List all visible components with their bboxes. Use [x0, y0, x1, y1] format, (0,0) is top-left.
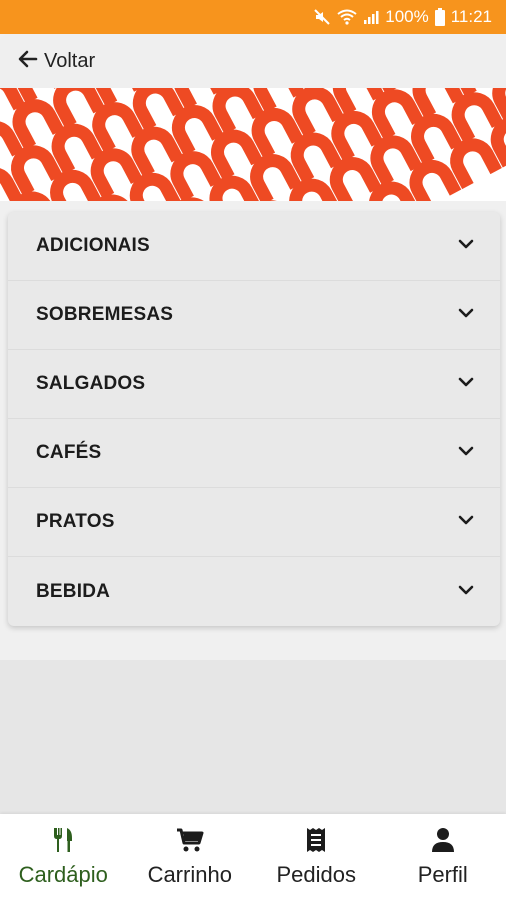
clock: 11:21: [450, 7, 492, 26]
category-label: BEBIDA: [36, 580, 111, 602]
back-label: Voltar: [44, 49, 96, 72]
banner-arch: [211, 129, 263, 181]
category-salgados[interactable]: SALGADOS: [8, 350, 500, 419]
category-label: ADICIONAIS: [36, 235, 150, 256]
banner-pattern: [0, 88, 506, 201]
banner-arch: [132, 88, 185, 132]
banner-arch: [12, 99, 65, 150]
category-label: SOBREMESAS: [36, 304, 174, 325]
wifi-icon: [337, 9, 357, 25]
nav-label: Carrinho: [147, 862, 232, 887]
category-pratos[interactable]: PRATOS: [8, 488, 500, 557]
banner-arch: [411, 113, 463, 165]
chevron-down-icon: [458, 375, 474, 393]
user-icon: [431, 826, 455, 854]
cutlery-icon: [52, 826, 74, 854]
app-screen: Voltar ADICIONAIS SOBREMESAS SALGADOS CA…: [0, 34, 506, 900]
banner-arch: [51, 123, 104, 175]
banner-arch: [329, 157, 382, 201]
bottom-navigation: Cardápio Carrinho Pedidos Perfil: [0, 814, 506, 900]
category-adicionais[interactable]: ADICIONAIS: [8, 212, 500, 281]
chevron-down-icon: [458, 306, 474, 324]
banner-arch: [53, 88, 105, 129]
category-label: SALGADOS: [36, 373, 146, 394]
banner-image: [0, 88, 506, 201]
cart-icon: [176, 826, 204, 854]
chevron-down-icon: [458, 444, 474, 462]
chevron-down-icon: [458, 237, 474, 255]
banner-arch: [131, 126, 184, 178]
battery-icon: [434, 8, 445, 26]
banner-arch: [11, 145, 63, 197]
banner-arch: [450, 138, 502, 190]
banner-arch: [212, 88, 265, 135]
nav-perfil[interactable]: Perfil: [380, 814, 506, 900]
mute-icon: [313, 8, 331, 26]
banner-arch: [92, 102, 144, 153]
banner-arch: [250, 154, 302, 201]
status-bar: 100% 11:21: [0, 0, 506, 34]
nav-label: Pedidos: [276, 862, 356, 887]
nav-carrinho[interactable]: Carrinho: [127, 814, 254, 900]
banner-arch: [90, 148, 143, 199]
signal-icon: [363, 9, 379, 25]
chevron-down-icon: [458, 513, 474, 531]
banner-arch: [172, 105, 224, 156]
category-cafes[interactable]: CAFÉS: [8, 419, 500, 488]
receipt-icon: [306, 826, 326, 854]
banner-arch: [372, 89, 424, 141]
banner-arch: [292, 88, 345, 138]
banner-arch: [370, 135, 423, 187]
banner-arch: [331, 110, 384, 162]
category-label: PRATOS: [36, 511, 115, 532]
banner-arch: [251, 108, 304, 159]
category-sobremesas[interactable]: SOBREMESAS: [8, 281, 500, 350]
nav-pedidos[interactable]: Pedidos: [253, 814, 380, 900]
arrow-left-icon: [16, 48, 38, 75]
banner-arch: [412, 88, 465, 119]
battery-percent: 100%: [385, 7, 429, 26]
banner-arch: [290, 132, 343, 184]
category-label: CAFÉS: [36, 442, 102, 463]
category-list: ADICIONAIS SOBREMESAS SALGADOS CAFÉS PRA…: [8, 212, 500, 626]
banner-arch: [451, 92, 504, 143]
nav-label: Perfil: [417, 862, 468, 887]
banner-arch: [332, 88, 385, 116]
chevron-down-icon: [458, 583, 474, 601]
banner-arch: [409, 160, 462, 201]
back-button[interactable]: Voltar: [0, 34, 506, 88]
nav-label: Cardápio: [18, 862, 108, 887]
nav-cardapio[interactable]: Cardápio: [0, 814, 127, 900]
empty-content-area: [0, 660, 506, 814]
category-bebida[interactable]: BEBIDA: [8, 557, 500, 626]
banner-arch: [170, 151, 223, 201]
